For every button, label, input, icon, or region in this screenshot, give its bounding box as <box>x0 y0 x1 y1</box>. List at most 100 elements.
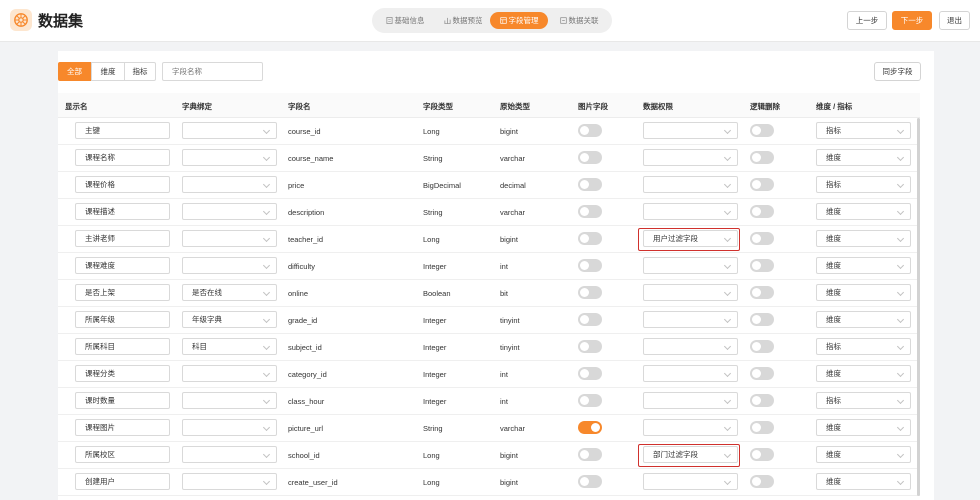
step-data-preview[interactable]: 数据预览 <box>436 12 490 29</box>
image-field-toggle[interactable] <box>578 124 602 137</box>
logical-delete-toggle[interactable] <box>750 259 774 272</box>
display-name-input[interactable]: 主讲老师 <box>75 230 170 247</box>
dimension-metric-select[interactable]: 维度 <box>816 230 911 247</box>
data-permission-select[interactable] <box>643 311 738 328</box>
prev-button[interactable]: 上一步 <box>847 11 887 30</box>
display-name-input[interactable]: 课程名称 <box>75 149 170 166</box>
image-field-toggle[interactable] <box>578 367 602 380</box>
logical-delete-toggle[interactable] <box>750 340 774 353</box>
image-field-toggle[interactable] <box>578 232 602 245</box>
field-name-search-input[interactable] <box>162 62 263 81</box>
dimension-metric-select[interactable]: 维度 <box>816 203 911 220</box>
dimension-metric-select[interactable]: 维度 <box>816 149 911 166</box>
display-name-input[interactable]: 课程难度 <box>75 257 170 274</box>
dict-binding-select[interactable] <box>182 419 277 436</box>
dimension-metric-select[interactable]: 维度 <box>816 419 911 436</box>
field-name: picture_url <box>288 424 324 433</box>
sync-fields-button[interactable]: 同步字段 <box>874 62 921 81</box>
step-field-management[interactable]: 字段管理 <box>490 12 548 29</box>
data-permission-select[interactable] <box>643 284 738 301</box>
dict-binding-select[interactable] <box>182 473 277 490</box>
chevron-down-icon <box>262 234 271 243</box>
display-name-input[interactable]: 创建用户 <box>75 473 170 490</box>
dimension-metric-select[interactable]: 维度 <box>816 446 911 463</box>
logical-delete-toggle[interactable] <box>750 421 774 434</box>
table-scrollbar[interactable] <box>917 118 920 496</box>
image-field-toggle[interactable] <box>578 259 602 272</box>
dimension-metric-select[interactable]: 指标 <box>816 176 911 193</box>
logical-delete-toggle[interactable] <box>750 178 774 191</box>
logical-delete-toggle[interactable] <box>750 367 774 380</box>
logical-delete-toggle[interactable] <box>750 232 774 245</box>
data-permission-select[interactable] <box>643 338 738 355</box>
display-name-input[interactable]: 课程描述 <box>75 203 170 220</box>
display-name-input[interactable]: 主键 <box>75 122 170 139</box>
logical-delete-toggle[interactable] <box>750 151 774 164</box>
step-label: 基础信息 <box>394 16 425 25</box>
data-permission-select[interactable] <box>643 149 738 166</box>
step-basic-info[interactable]: 基础信息 <box>378 12 432 29</box>
filter-tab-all[interactable]: 全部 <box>58 62 91 81</box>
data-permission-select[interactable] <box>643 392 738 409</box>
dict-binding-select[interactable]: 是否在线 <box>182 284 277 301</box>
display-name-input[interactable]: 是否上架 <box>75 284 170 301</box>
dimension-metric-select[interactable]: 指标 <box>816 392 911 409</box>
image-field-toggle[interactable] <box>578 448 602 461</box>
image-field-toggle[interactable] <box>578 340 602 353</box>
dict-binding-select[interactable] <box>182 149 277 166</box>
display-name-input[interactable]: 课程图片 <box>75 419 170 436</box>
filter-tab-metric[interactable]: 指标 <box>124 62 156 81</box>
filter-tab-dimension[interactable]: 维度 <box>91 62 125 81</box>
logical-delete-toggle[interactable] <box>750 124 774 137</box>
image-field-toggle[interactable] <box>578 205 602 218</box>
logical-delete-toggle[interactable] <box>750 313 774 326</box>
dict-binding-select[interactable] <box>182 122 277 139</box>
dimension-metric-select[interactable]: 维度 <box>816 311 911 328</box>
logical-delete-toggle[interactable] <box>750 475 774 488</box>
dimension-metric-select[interactable]: 维度 <box>816 365 911 382</box>
dimension-metric-select[interactable]: 维度 <box>816 257 911 274</box>
dict-binding-select[interactable]: 科目 <box>182 338 277 355</box>
data-permission-select[interactable] <box>643 176 738 193</box>
next-button[interactable]: 下一步 <box>892 11 932 30</box>
display-name-input[interactable]: 课程价格 <box>75 176 170 193</box>
table-row: 创建用户 create_user_id Long bigint 维度 <box>58 469 920 496</box>
dimension-metric-select[interactable]: 维度 <box>816 473 911 490</box>
dimension-metric-select[interactable]: 维度 <box>816 284 911 301</box>
display-name-input[interactable]: 所属科目 <box>75 338 170 355</box>
display-name-input[interactable]: 课程分类 <box>75 365 170 382</box>
image-field-toggle[interactable] <box>578 286 602 299</box>
logical-delete-toggle[interactable] <box>750 205 774 218</box>
display-name-input[interactable]: 所属校区 <box>75 446 170 463</box>
data-permission-select[interactable] <box>643 419 738 436</box>
image-field-toggle[interactable] <box>578 313 602 326</box>
dict-binding-select[interactable] <box>182 446 277 463</box>
dict-binding-select[interactable] <box>182 176 277 193</box>
logical-delete-toggle[interactable] <box>750 286 774 299</box>
logical-delete-toggle[interactable] <box>750 448 774 461</box>
image-field-toggle[interactable] <box>578 475 602 488</box>
logical-delete-toggle[interactable] <box>750 394 774 407</box>
dict-binding-select[interactable] <box>182 257 277 274</box>
dimension-metric-select[interactable]: 指标 <box>816 338 911 355</box>
dict-binding-select[interactable] <box>182 392 277 409</box>
data-permission-select[interactable] <box>643 122 738 139</box>
exit-button[interactable]: 退出 <box>939 11 970 30</box>
data-permission-select[interactable] <box>643 257 738 274</box>
image-field-toggle[interactable] <box>578 394 602 407</box>
image-field-toggle[interactable] <box>578 151 602 164</box>
dict-binding-select[interactable]: 年级字典 <box>182 311 277 328</box>
dict-binding-select[interactable] <box>182 365 277 382</box>
dimension-metric-select[interactable]: 指标 <box>816 122 911 139</box>
data-permission-select[interactable] <box>643 473 738 490</box>
data-permission-select[interactable] <box>643 365 738 382</box>
image-field-toggle[interactable] <box>578 421 602 434</box>
dict-binding-select[interactable] <box>182 203 277 220</box>
step-data-relation[interactable]: 数据关联 <box>552 12 606 29</box>
raw-type: bit <box>500 289 508 298</box>
data-permission-select[interactable] <box>643 203 738 220</box>
dict-binding-select[interactable] <box>182 230 277 247</box>
display-name-input[interactable]: 所属年级 <box>75 311 170 328</box>
display-name-input[interactable]: 课时数量 <box>75 392 170 409</box>
image-field-toggle[interactable] <box>578 178 602 191</box>
